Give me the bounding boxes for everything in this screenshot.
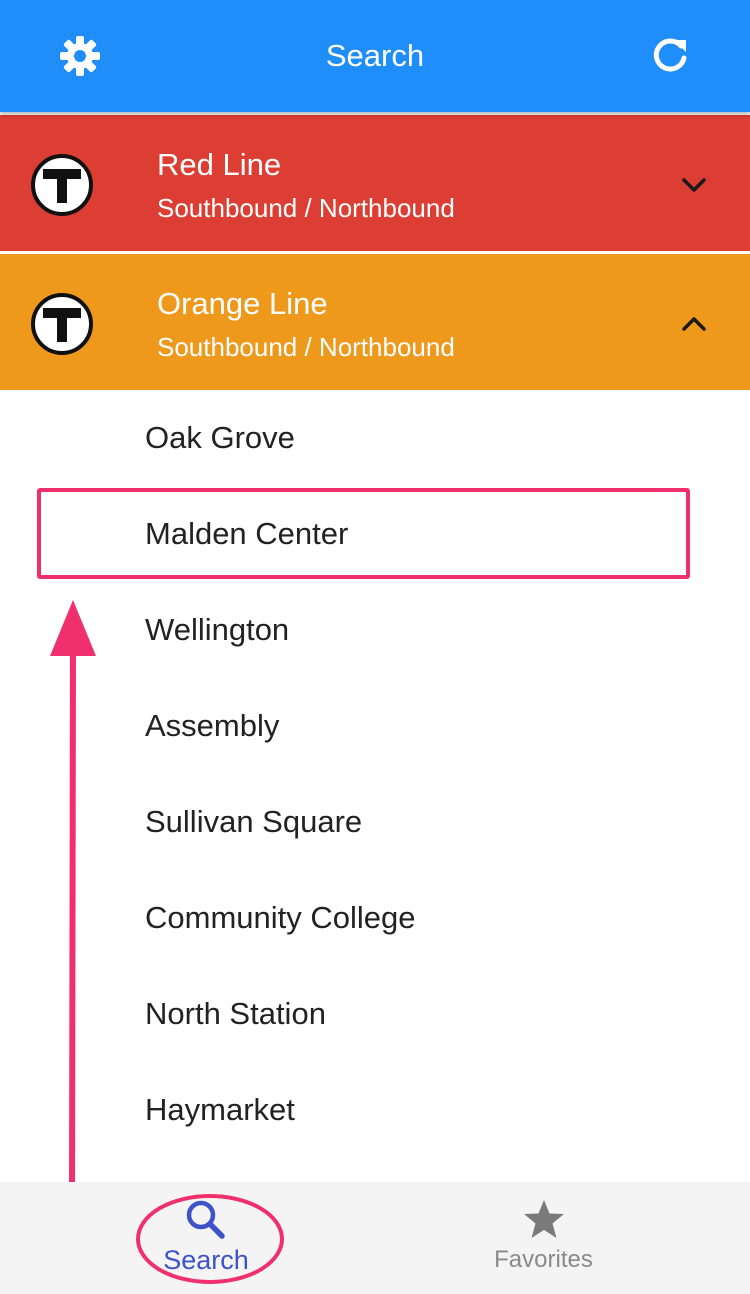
- station-item[interactable]: Oak Grove: [0, 390, 750, 486]
- station-item[interactable]: Community College: [0, 870, 750, 966]
- refresh-button[interactable]: [646, 32, 694, 80]
- annotation-highlight-box: [37, 488, 690, 579]
- tab-label: Favorites: [494, 1246, 593, 1273]
- app-header: Search: [0, 0, 750, 112]
- line-orange[interactable]: Orange Line Southbound / Northbound: [0, 254, 750, 390]
- line-directions: Southbound / Northbound: [157, 193, 455, 223]
- line-name: Red Line: [157, 147, 282, 182]
- page-title: Search: [325, 38, 425, 73]
- annotation-arrow-icon: [50, 600, 96, 1217]
- line-directions: Southbound / Northbound: [157, 332, 455, 362]
- station-item[interactable]: North Station: [0, 966, 750, 1062]
- line-name: Orange Line: [157, 286, 328, 321]
- chevron-down-icon[interactable]: [678, 169, 710, 201]
- station-item[interactable]: Assembly: [0, 678, 750, 774]
- station-item[interactable]: Wellington: [0, 582, 750, 678]
- star-icon: [524, 1200, 564, 1238]
- refresh-icon: [653, 38, 687, 72]
- mbta-t-logo-icon: [31, 154, 93, 216]
- station-item[interactable]: Haymarket: [0, 1062, 750, 1158]
- station-item[interactable]: Sullivan Square: [0, 774, 750, 870]
- mbta-t-logo-icon: [31, 293, 93, 355]
- chevron-up-icon[interactable]: [678, 308, 710, 340]
- annotation-ellipse: [136, 1194, 284, 1284]
- tab-bar: Search Favorites: [0, 1182, 750, 1294]
- line-red[interactable]: Red Line Southbound / Northbound: [0, 115, 750, 251]
- tab-favorites[interactable]: Favorites: [356, 1182, 731, 1294]
